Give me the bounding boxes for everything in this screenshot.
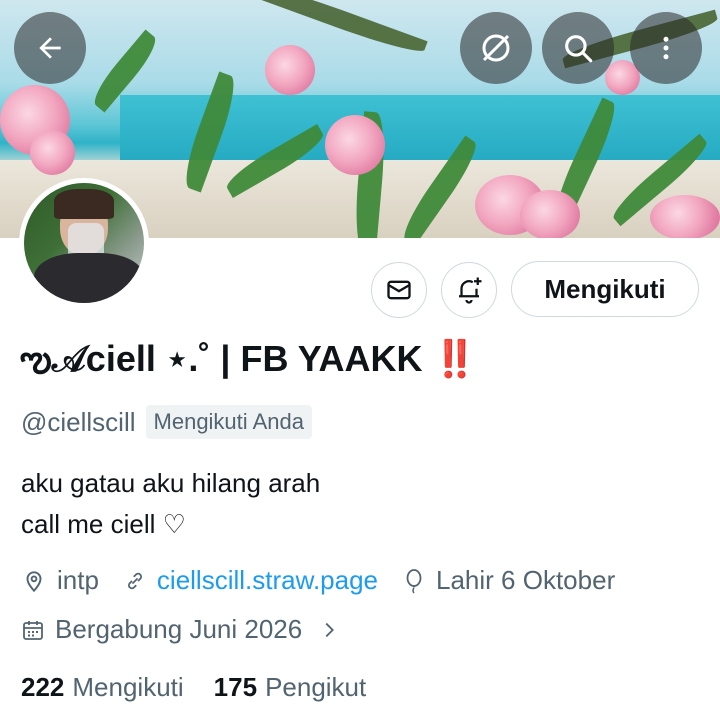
joined-text: Bergabung Juni 2026 — [55, 614, 303, 644]
more-button[interactable] — [630, 12, 702, 84]
joined[interactable]: Bergabung Juni 2026 — [21, 614, 340, 645]
following-count: 222 — [21, 672, 65, 702]
envelope-icon — [387, 280, 411, 300]
website[interactable]: ciellscill.straw.page — [123, 565, 378, 596]
banner-flower — [650, 195, 720, 238]
handle: @ciellscill — [21, 406, 136, 437]
link-icon — [127, 572, 142, 589]
banner-flower — [520, 190, 580, 238]
followers-label: Pengikut — [265, 672, 367, 702]
location: intp — [21, 565, 99, 596]
profile-meta-row: intp ciellscill.straw.page Lahir 6 Oktob… — [21, 565, 639, 596]
bell-plus-icon — [459, 277, 482, 304]
following-stat[interactable]: 222 Mengikuti — [21, 672, 184, 703]
followers-stat[interactable]: 175 Pengikut — [214, 672, 367, 703]
banner-flower — [30, 130, 75, 175]
back-button[interactable] — [14, 12, 86, 84]
grok-button[interactable] — [460, 12, 532, 84]
bio: aku gatau aku hilang arah call me ciell … — [21, 463, 320, 545]
notification-button[interactable] — [441, 262, 497, 318]
balloon-icon — [406, 568, 422, 593]
following-button[interactable]: Mengikuti — [511, 261, 699, 317]
display-name: ఌ𝒜ciell ⋆.˚ | FB YAAKK ‼️ — [20, 338, 477, 389]
avatar-image — [24, 183, 144, 303]
birthday-text: Lahir 6 Oktober — [436, 565, 616, 595]
follow-stats: 222 Mengikuti 175 Pengikut — [21, 672, 366, 703]
location-pin-icon — [26, 570, 42, 592]
follows-you-badge: Mengikuti Anda — [145, 405, 312, 439]
avatar[interactable] — [19, 178, 149, 308]
double-exclamation-emoji: ‼️ — [432, 338, 478, 379]
search-icon — [565, 35, 593, 63]
location-text: intp — [57, 565, 99, 595]
message-button[interactable] — [371, 262, 427, 318]
chevron-right-icon — [325, 622, 335, 637]
following-label: Mengikuti — [72, 672, 184, 702]
search-button[interactable] — [542, 12, 614, 84]
birthday: Lahir 6 Oktober — [402, 565, 615, 596]
followers-count: 175 — [213, 672, 258, 702]
website-link[interactable]: ciellscill.straw.page — [157, 565, 378, 596]
banner-flower — [265, 45, 315, 95]
calendar-icon — [23, 620, 43, 640]
arrow-left-icon — [39, 37, 61, 59]
more-vertical-icon — [663, 36, 669, 60]
no-grok-icon — [482, 34, 510, 62]
banner-flower — [325, 115, 385, 175]
bio-line: call me ciell ♡ — [21, 509, 186, 539]
handle-row: @ciellscill Mengikuti Anda — [21, 405, 312, 439]
bio-line: aku gatau aku hilang arah — [21, 468, 321, 498]
joined-row[interactable]: Bergabung Juni 2026 — [21, 614, 364, 645]
display-name-text: ఌ𝒜ciell ⋆.˚ | FB YAAKK — [20, 338, 423, 379]
